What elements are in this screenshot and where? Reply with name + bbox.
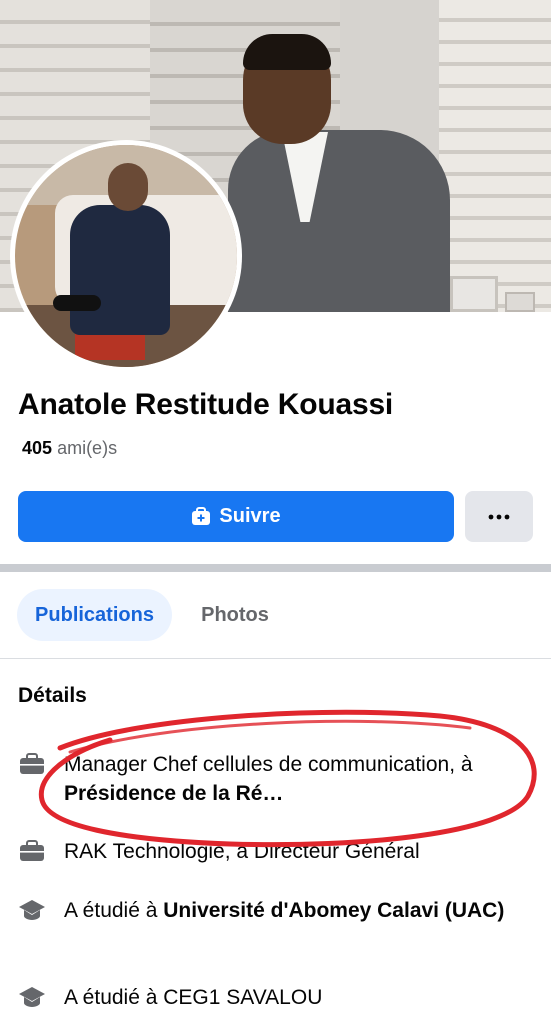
more-options-button[interactable]	[465, 491, 533, 542]
avatar-photo	[15, 145, 237, 367]
tab-publications[interactable]: Publications	[17, 589, 172, 641]
briefcase-icon	[18, 837, 46, 865]
follow-button[interactable]: Suivre	[18, 491, 454, 542]
graduation-cap-icon	[18, 983, 46, 1011]
friends-label: ami(e)s	[57, 438, 118, 458]
detail-education-1-link[interactable]: Université d'Abomey Calavi (UAC)	[163, 899, 504, 922]
cover-person-suit	[228, 130, 450, 312]
friends-number: 405	[22, 438, 53, 458]
avatar-person-shoe	[53, 295, 101, 311]
details-heading: Détails	[18, 684, 87, 707]
graduation-cap-icon	[18, 896, 46, 924]
detail-text-work-1: Manager Chef cellules de communication, …	[64, 750, 538, 808]
avatar-person-suit	[70, 205, 170, 335]
detail-education-1-prefix: A étudié à	[64, 899, 164, 922]
profile-avatar[interactable]	[10, 140, 242, 372]
tabs-divider	[0, 658, 551, 659]
detail-work-1-link[interactable]: Présidence de la Ré…	[64, 782, 283, 805]
follow-icon	[191, 506, 211, 527]
friends-count[interactable]: 405 ami(e)s	[22, 438, 117, 459]
cover-picture-frame-small	[505, 292, 535, 312]
detail-item-education-1: A étudié à Université d'Abomey Calavi (U…	[18, 896, 538, 925]
briefcase-icon	[18, 750, 46, 778]
section-divider	[0, 564, 551, 572]
follow-label: Suivre	[219, 505, 281, 527]
cover-picture-frame	[450, 276, 498, 312]
cover-person-hair	[243, 34, 331, 70]
detail-text-work-2: RAK Technologie, à Directeur Général	[64, 840, 420, 863]
detail-item-work-2: RAK Technologie, à Directeur Général	[18, 837, 538, 866]
cover-blinds-right	[439, 0, 551, 312]
detail-text-education-2: A étudié à CEG1 SAVALOU	[64, 986, 323, 1009]
profile-name: Anatole Restitude Kouassi	[18, 388, 394, 421]
detail-text-education-1: A étudié à Université d'Abomey Calavi (U…	[64, 896, 504, 925]
tab-photos[interactable]: Photos	[188, 589, 282, 641]
detail-item-work-1: Manager Chef cellules de communication, …	[18, 750, 538, 808]
more-dots-icon	[488, 514, 510, 519]
detail-item-education-2: A étudié à CEG1 SAVALOU	[18, 983, 538, 1012]
avatar-person-head	[108, 163, 148, 211]
detail-work-1-prefix: Manager Chef cellules de communication, …	[64, 753, 473, 776]
